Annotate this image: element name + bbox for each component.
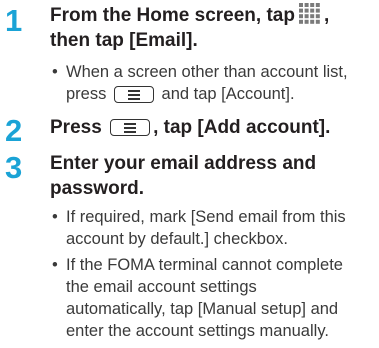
apps-grid-icon [298, 3, 320, 24]
step-title: Enter your email address and password. [50, 153, 317, 199]
bullet-item: • If required, mark [Send email from thi… [52, 208, 346, 248]
step-title: From the Home screen, tap , then tap [Em… [50, 3, 330, 51]
step-number: 3 [5, 150, 23, 185]
bullet-dot: • [52, 256, 58, 274]
bullet-dot: • [52, 63, 58, 81]
step-number: 1 [5, 3, 23, 38]
step-title: Press , tap [Add account]. [50, 117, 331, 138]
bullet-item: • When a screen other than account list,… [52, 63, 348, 103]
menu-key-icon [113, 86, 154, 103]
menu-key-icon [110, 119, 151, 136]
step-number: 2 [5, 113, 23, 148]
bullet-item: • If the FOMA terminal cannot complete t… [52, 256, 343, 340]
bullet-dot: • [52, 208, 58, 226]
